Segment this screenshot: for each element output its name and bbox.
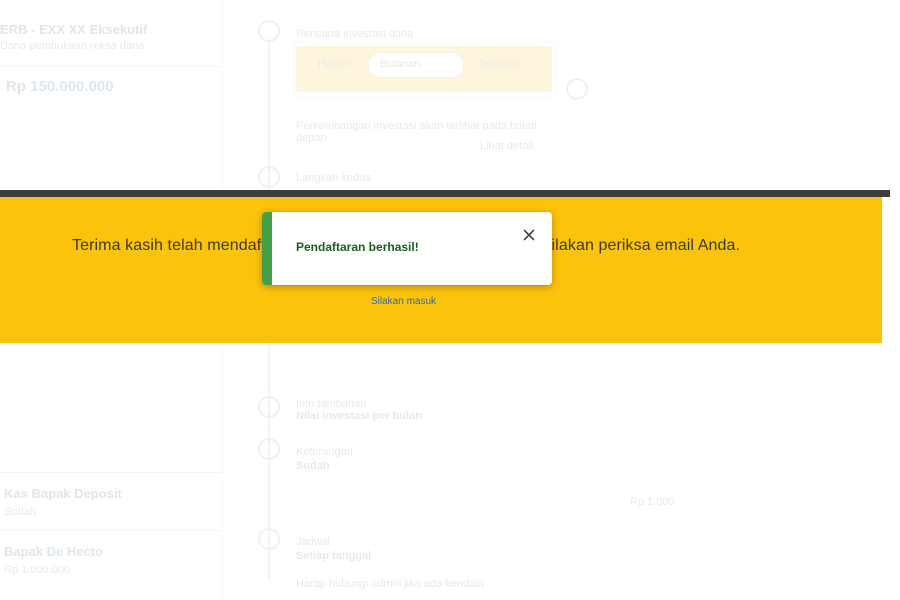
bg-step-value: Nilai investasi per bulan (296, 410, 422, 422)
bg-divider (0, 66, 222, 67)
bg-step-label: Jadwal (296, 536, 331, 548)
bg-info-icon (566, 78, 588, 100)
bg-step-icon (258, 20, 280, 42)
bg-divider (0, 530, 222, 531)
bg-step-value: Setiap tanggal (296, 550, 372, 562)
toast-accent-bar (262, 212, 272, 285)
bg-step-icon (258, 166, 280, 188)
bg-step-icon (258, 438, 280, 460)
bg-step-label: Keterangan (296, 446, 353, 458)
bg-step-label: Info tambahan (296, 398, 367, 410)
bg-footer-text: Harap hubungi admin jika ada kendala (296, 578, 484, 590)
bg-item-title: Rp 150.000.000 (6, 78, 114, 95)
toast-title: Pendaftaran berhasil! (296, 240, 419, 254)
bg-step-label: Langkah kedua (296, 172, 372, 184)
toast-close-button[interactable] (520, 226, 538, 244)
banner-top-border (0, 190, 890, 197)
close-icon (520, 226, 538, 244)
bg-item-subtitle: Sudah (4, 506, 36, 518)
bg-item-subtitle: Dana pembukaan reksa dana (0, 40, 145, 52)
login-link[interactable]: Silakan masuk (371, 296, 436, 307)
bg-step-icon (258, 528, 280, 550)
bg-item-title: Kas Bapak Deposit (4, 486, 122, 501)
bg-item-subtitle: Rp 1.000.000 (4, 564, 71, 576)
bg-divider (0, 472, 222, 473)
bg-option: Harian (318, 58, 351, 70)
bg-note-link: Lihat detail (480, 140, 534, 152)
bg-option: Tahunan (478, 58, 521, 70)
bg-item-title: ERB - EXX XX Eksekutif (0, 22, 148, 37)
bg-field-label: Rencana investasi dana (296, 28, 414, 40)
bg-option-selected: Bulanan (380, 58, 421, 70)
bg-item-title: Bapak De Hecto (4, 544, 103, 559)
success-toast: Pendaftaran berhasil! (262, 212, 552, 285)
bg-side-value: Rp 1.000 (630, 496, 675, 508)
bg-step-icon (258, 396, 280, 418)
bg-step-value: Sudah (296, 460, 330, 472)
